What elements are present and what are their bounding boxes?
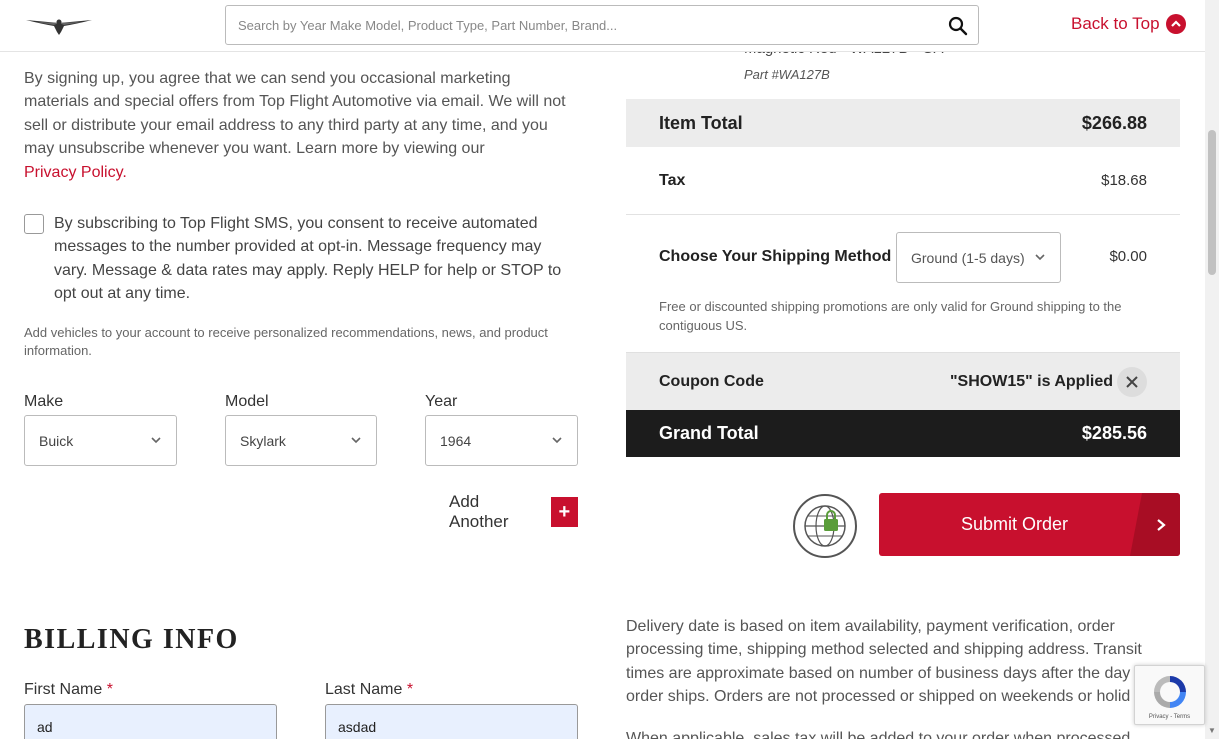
coupon-status: "SHOW15" is Applied <box>949 372 1113 390</box>
item-total-value: $266.88 <box>1081 112 1147 133</box>
make-label: Make <box>24 393 64 410</box>
shipping-method-value: Ground (1-5 days) <box>911 249 1025 266</box>
model-value: Skylark <box>240 432 286 449</box>
grand-total-row: Grand Total $285.56 <box>626 410 1180 457</box>
chevron-down-icon <box>151 437 161 444</box>
year-select[interactable]: 1964 <box>425 415 578 466</box>
search-icon[interactable] <box>948 16 968 36</box>
vehicle-note: Add vehicles to your account to receive … <box>24 325 548 358</box>
back-to-top-link[interactable]: Back to Top <box>1071 14 1186 34</box>
coupon-status-wrap: "SHOW15" is Applied <box>949 366 1147 397</box>
scrollbar-thumb[interactable] <box>1208 130 1216 275</box>
submit-order-label: Submit Order <box>960 514 1069 534</box>
remove-coupon-button[interactable] <box>1117 366 1147 397</box>
add-another-label: Add Another <box>449 492 509 531</box>
chevron-right-icon <box>1130 493 1180 556</box>
site-logo[interactable] <box>24 14 94 36</box>
last-name-field[interactable]: asdad <box>325 704 578 739</box>
sales-tax-note: When applicable, sales tax will be added… <box>626 730 1131 739</box>
required-mark: * <box>106 681 113 698</box>
item-total-row: Item Total $266.88 <box>626 99 1180 147</box>
add-another-vehicle-button[interactable]: Add Another + <box>449 492 578 532</box>
ssl-secure-badge <box>792 493 858 559</box>
chevron-down-icon <box>351 437 361 444</box>
part-number: Part #WA127B <box>744 67 830 82</box>
scroll-down-arrow-icon[interactable]: ▼ <box>1208 726 1216 735</box>
first-name-label-text: First Name <box>24 681 103 698</box>
page-scrollbar[interactable]: ▼ <box>1205 0 1219 739</box>
ssl-secure-icon <box>793 494 857 558</box>
sms-consent-text: By subscribing to Top Flight SMS, you co… <box>54 215 562 303</box>
year-value: 1964 <box>440 432 472 449</box>
first-name-value: ad <box>37 719 53 735</box>
privacy-policy-link[interactable]: Privacy Policy. <box>24 164 127 181</box>
year-label: Year <box>425 393 458 410</box>
coupon-row: Coupon Code "SHOW15" is Applied <box>626 352 1180 410</box>
search-input[interactable] <box>238 6 938 44</box>
submit-order-button[interactable]: Submit Order <box>879 493 1180 556</box>
sms-consent-row: By subscribing to Top Flight SMS, you co… <box>24 212 578 306</box>
site-header: Back to Top <box>0 0 1205 52</box>
grand-total-value: $285.56 <box>1081 423 1147 443</box>
email-consent-text: By signing up, you agree that we can sen… <box>24 67 578 184</box>
recaptcha-links[interactable]: Privacy - Terms <box>1149 714 1190 720</box>
recaptcha-icon <box>1153 676 1186 708</box>
last-name-value: asdad <box>338 719 377 735</box>
grand-total-label: Grand Total <box>659 423 759 443</box>
recaptcha-badge[interactable]: Privacy - Terms <box>1134 665 1205 725</box>
back-to-top-label: Back to Top <box>1071 14 1160 33</box>
required-mark: * <box>406 681 414 698</box>
plus-icon: + <box>550 497 578 527</box>
item-total-label: Item Total <box>659 112 743 133</box>
chevron-down-icon <box>552 437 562 444</box>
last-name-label-text: Last Name <box>325 681 403 698</box>
last-name-label: Last Name * <box>325 681 413 699</box>
chevron-down-icon <box>1035 254 1045 261</box>
tax-value: $18.68 <box>1101 172 1147 189</box>
shipping-note: Free or discounted shipping promotions a… <box>659 299 1122 333</box>
delivery-note: Delivery date is based on item availabil… <box>626 618 1142 706</box>
tax-row: Tax $18.68 <box>626 147 1180 215</box>
email-consent-body: By signing up, you agree that we can sen… <box>24 70 566 158</box>
make-value: Buick <box>39 432 74 449</box>
close-icon <box>1126 375 1138 388</box>
search-bar <box>225 5 979 45</box>
sms-consent-checkbox[interactable] <box>24 214 44 234</box>
make-select[interactable]: Buick <box>24 415 177 466</box>
coupon-label: Coupon Code <box>659 372 764 390</box>
chevron-up-icon <box>1165 14 1186 34</box>
first-name-field[interactable]: ad <box>24 704 277 739</box>
tax-label: Tax <box>659 171 686 189</box>
first-name-label: First Name * <box>24 681 113 699</box>
billing-info-heading: BILLING INFO <box>24 624 239 655</box>
shipping-method-select[interactable]: Ground (1-5 days) <box>896 232 1061 283</box>
shipping-method-label: Choose Your Shipping Method <box>659 248 892 265</box>
shipping-cost: $0.00 <box>1109 248 1147 265</box>
model-select[interactable]: Skylark <box>225 415 377 466</box>
eagle-logo-icon <box>26 19 92 35</box>
model-label: Model <box>225 393 269 410</box>
